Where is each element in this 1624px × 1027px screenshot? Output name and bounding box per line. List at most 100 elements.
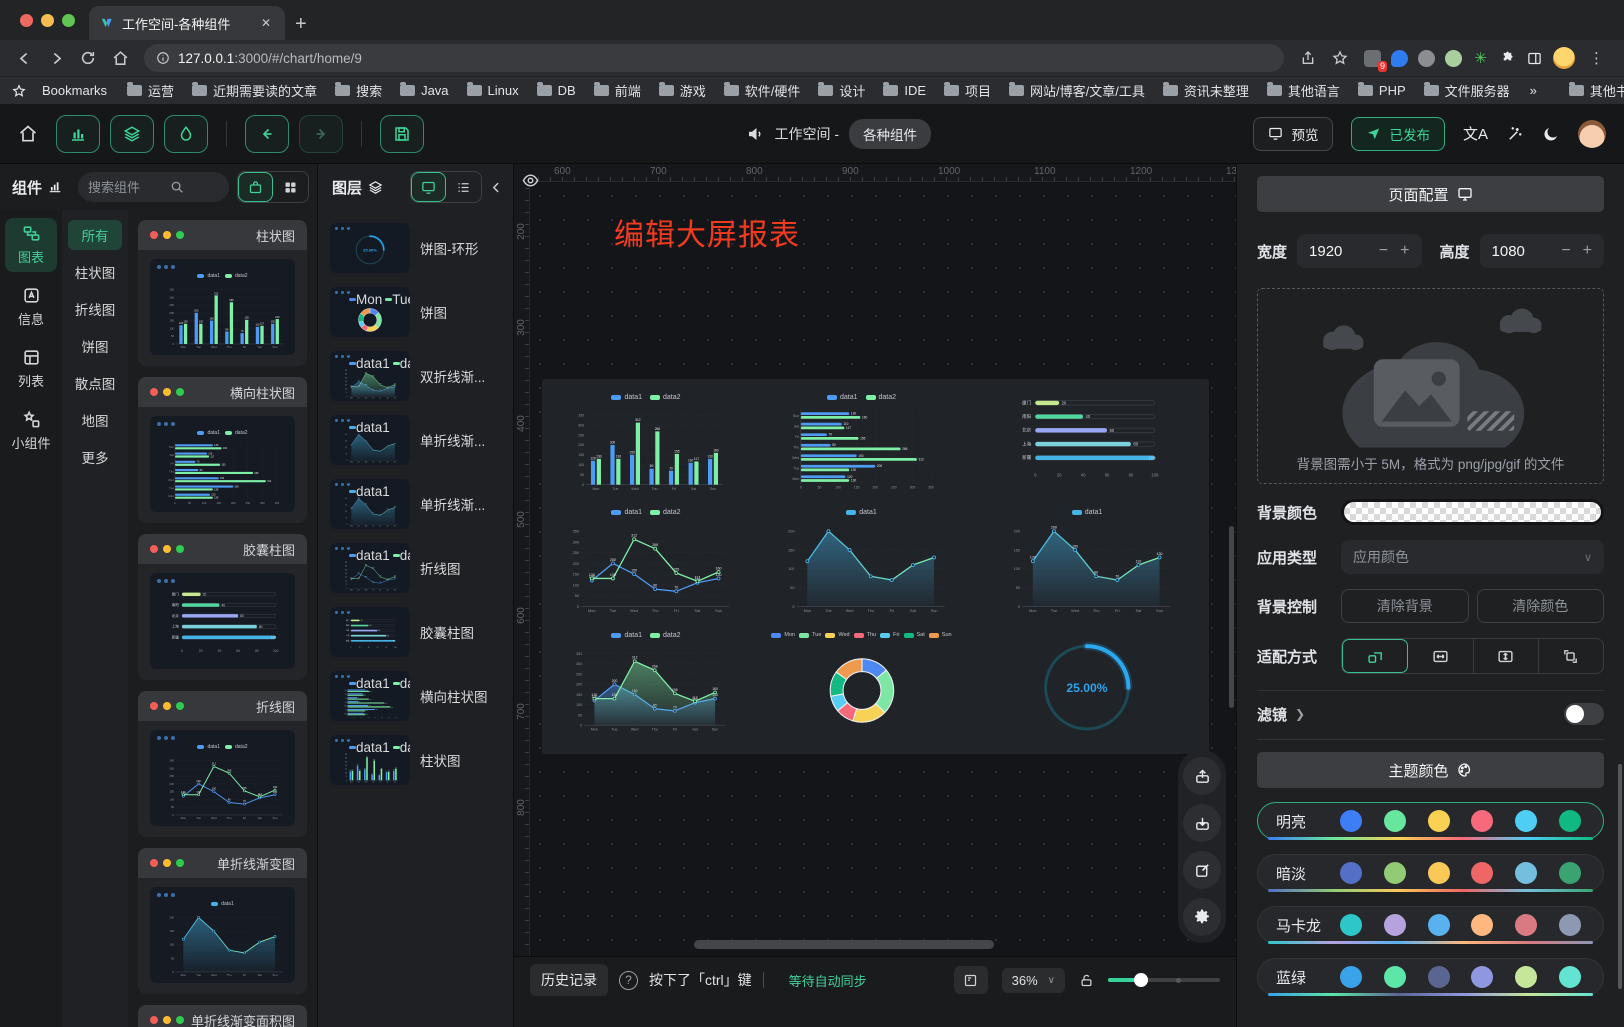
canvas-chart-line-gradient-area[interactable]: data1050100150200MonTueWedThuFriSatSun12… [987, 506, 1187, 624]
history-button[interactable]: 历史记录 [530, 964, 608, 996]
bookmark-item[interactable]: 网站/博客/文章/工具 [1001, 78, 1153, 103]
bookmark-item[interactable]: 前端 [586, 78, 649, 103]
component-box-view-button[interactable] [238, 172, 273, 202]
publish-button[interactable]: 已发布 [1351, 117, 1445, 151]
canvas-chart-line[interactable]: data1data2050100150200250300350MonTueWed… [556, 506, 736, 624]
category-item[interactable]: 地图 [68, 405, 122, 435]
home-icon[interactable] [106, 44, 134, 72]
bookmark-item[interactable]: 软件/硬件 [716, 78, 809, 103]
canvas-chart-horizontal-bar[interactable]: data1data2050100150200250300350Sun130160… [754, 391, 969, 501]
extension-green-icon[interactable] [1445, 50, 1462, 67]
preview-button[interactable]: 预览 [1253, 117, 1333, 151]
window-controls[interactable] [0, 14, 89, 40]
search-input[interactable] [88, 180, 164, 195]
search-icon[interactable] [170, 180, 184, 194]
share-icon[interactable] [1294, 44, 1322, 72]
layer-item[interactable]: data1050100150200MonTueWedThuFriSatSun12… [328, 472, 503, 536]
app-home-icon[interactable] [18, 124, 38, 144]
component-grid-view-button[interactable] [273, 172, 308, 202]
toggle-guides-eye-icon[interactable] [522, 172, 539, 189]
component-card[interactable]: 胶囊柱图厦门20南阳40北京60上海80新疆100020406080100 [138, 534, 307, 680]
canvas-chart-group[interactable]: data1data2050100150200250300350MonTueWed… [542, 379, 1209, 754]
help-icon[interactable]: ? [619, 971, 638, 990]
canvas-chart-dual-line-area[interactable]: data1data2050100150200250300350MonTueWed… [556, 629, 736, 742]
url-bar[interactable]: 127.0.0.1:3000/#/chart/home/9 [144, 44, 1284, 72]
height-plus-button[interactable]: + [1581, 242, 1594, 260]
project-name-pill[interactable]: 各种组件 [849, 119, 931, 149]
puzzle-extensions-icon[interactable] [1499, 50, 1516, 67]
settings-scrollbar[interactable] [1618, 764, 1622, 989]
bookmark-item[interactable]: 其他语言 [1259, 78, 1348, 103]
category-item[interactable]: 所有 [68, 220, 122, 250]
bookmark-item[interactable]: PHP [1350, 80, 1414, 101]
bookmark-item[interactable]: 设计 [810, 78, 873, 103]
browser-tab[interactable]: 工作空间-各种组件 ✕ [89, 6, 285, 40]
fit-height-button[interactable] [1474, 639, 1539, 673]
layer-item[interactable]: 25.00%饼图-环形 [328, 216, 503, 280]
height-stepper[interactable]: 1080 − + [1480, 234, 1604, 268]
extension-circle-icon[interactable] [1418, 50, 1435, 67]
save-button[interactable] [380, 115, 424, 153]
forward-icon[interactable] [42, 44, 70, 72]
reload-icon[interactable] [74, 44, 102, 72]
canvas-chart-line-gradient[interactable]: data1050100150200MonTueWedThuFriSatSun [754, 506, 969, 624]
details-panel-toggle-button[interactable] [164, 115, 208, 153]
canvas-horizontal-scrollbar[interactable] [694, 940, 994, 949]
theme-row-蓝绿[interactable]: 蓝绿 [1257, 958, 1604, 996]
bookmark-item[interactable]: 资讯未整理 [1155, 78, 1257, 103]
layer-item[interactable]: 厦门20南阳40北京60上海80新疆100020406080100胶囊柱图 [328, 600, 503, 664]
background-upload-dropzone[interactable]: 背景图需小于 5M，格式为 png/jpg/gif 的文件 [1257, 288, 1604, 484]
app-type-select[interactable]: 应用颜色 ∨ [1341, 540, 1604, 574]
lock-icon[interactable] [1079, 973, 1094, 988]
sidebar-nav-信息[interactable]: 信息 [5, 280, 57, 334]
bookmark-item[interactable]: 项目 [936, 78, 999, 103]
filter-expand-icon[interactable]: ❯ [1295, 707, 1305, 721]
browser-menu-icon[interactable]: ⋮ [1585, 49, 1608, 67]
clear-color-button[interactable]: 清除颜色 [1477, 589, 1605, 623]
background-color-swatch[interactable] [1341, 499, 1604, 525]
panel-toggle-button[interactable] [954, 966, 988, 994]
close-window-icon[interactable] [20, 14, 33, 27]
minimize-window-icon[interactable] [41, 14, 54, 27]
bookmarks-label[interactable]: Bookmarks [34, 80, 115, 101]
theme-row-明亮[interactable]: 明亮 [1257, 802, 1604, 840]
layer-item[interactable]: MonTueWedThu饼图 [328, 280, 503, 344]
bookmark-item[interactable]: 文件服务器 [1416, 78, 1518, 103]
theme-row-暗淡[interactable]: 暗淡 [1257, 854, 1604, 892]
browser-profile-avatar[interactable] [1553, 47, 1575, 69]
bookmark-item[interactable]: 游戏 [651, 78, 714, 103]
canvas-page-title[interactable]: 编辑大屏报表 [614, 210, 800, 254]
bookmark-item[interactable]: IDE [875, 80, 934, 101]
component-card[interactable]: 单折线渐变面积图data1050100150200MonTueWedThuFri… [138, 1005, 307, 1027]
layer-item[interactable]: data1data2050100150200250300350MonTueWed… [328, 344, 503, 408]
collapse-panel-icon[interactable] [488, 181, 505, 194]
extension-icons[interactable]: 9 ✳ ⋮ [1358, 47, 1614, 69]
extension-icon[interactable]: 9 [1364, 50, 1381, 67]
category-item[interactable]: 柱状图 [68, 257, 122, 287]
bookmark-item[interactable]: Java [392, 80, 456, 101]
layers-panel-toggle-button[interactable] [110, 115, 154, 153]
undo-button[interactable] [245, 115, 289, 153]
extension-pin-icon[interactable] [1391, 50, 1408, 67]
translate-icon[interactable]: 文A [1463, 123, 1488, 144]
width-stepper[interactable]: 1920 − + [1297, 234, 1421, 268]
export-button[interactable] [1183, 757, 1221, 795]
bookmarks-overflow[interactable]: » [1522, 80, 1545, 101]
theme-color-header[interactable]: 主题颜色 [1257, 752, 1604, 788]
width-minus-button[interactable]: − [1377, 242, 1390, 260]
layer-item[interactable]: data1data2050100150200250300350MonTueWed… [328, 728, 503, 792]
canvas-chart-ring-progress[interactable]: 25.00% [987, 629, 1187, 742]
canvas-chart-bar[interactable]: data1data2050100150200250300350MonTueWed… [556, 391, 736, 501]
magic-wand-icon[interactable] [1506, 125, 1524, 143]
bookmark-item[interactable]: 搜索 [327, 78, 390, 103]
layer-list-view-button[interactable] [446, 172, 481, 202]
layer-item[interactable]: data1data2050100150200250300350MonTueWed… [328, 536, 503, 600]
maximize-window-icon[interactable] [62, 14, 75, 27]
tab-close-icon[interactable]: ✕ [257, 14, 275, 32]
component-card[interactable]: 折线图data1data2050100150200250300350MonTue… [138, 691, 307, 837]
component-card[interactable]: 单折线渐变图data1050100150200MonTueWedThuFriSa… [138, 848, 307, 994]
zoom-slider[interactable] [1108, 973, 1220, 987]
design-canvas[interactable]: 6007008009001000110012001300 20030040050… [514, 164, 1236, 956]
canvas-vertical-scrollbar[interactable] [1229, 526, 1234, 708]
bookmark-item[interactable]: 运营 [119, 78, 182, 103]
